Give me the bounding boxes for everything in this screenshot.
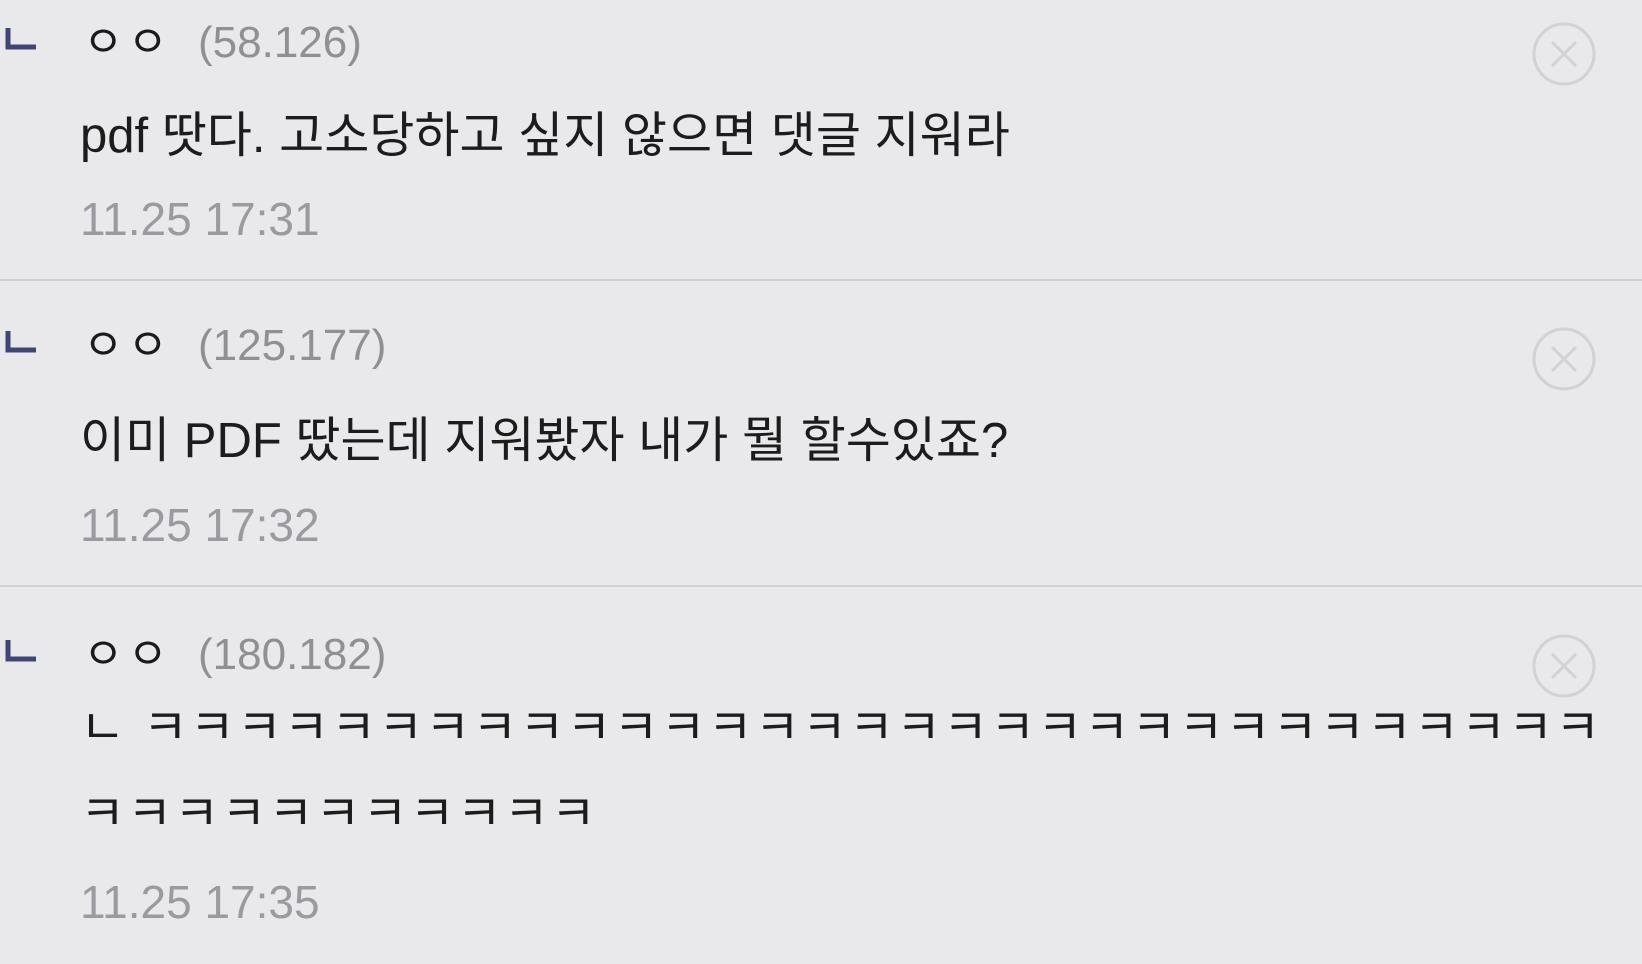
delete-comment-button[interactable]	[1531, 326, 1597, 392]
comment-body: 이미 PDF 땄는데 지워봤자 내가 뭘 할수있죠?	[80, 414, 1009, 468]
close-circle-icon	[1531, 326, 1597, 392]
comment-ip: (180.182)	[198, 630, 387, 679]
reply-arrow-icon	[4, 329, 38, 355]
reply-arrow-icon	[4, 26, 38, 52]
comment-item: ㅇㅇ (180.182) ㄴ ㅋㅋㅋㅋㅋㅋㅋㅋㅋㅋㅋㅋㅋㅋㅋㅋㅋㅋㅋㅋㅋㅋㅋㅋㅋ…	[0, 587, 1642, 964]
comment-item: ㅇㅇ (125.177) 이미 PDF 땄는데 지워봤자 내가 뭘 할수있죠? …	[0, 281, 1642, 587]
comment-thread: ㅇㅇ (58.126) pdf 땃다. 고소당하고 싶지 않으면 댓글 지워라 …	[0, 0, 1642, 964]
close-circle-icon	[1531, 21, 1597, 87]
reply-arrow-icon	[4, 638, 38, 664]
comment-ip: (58.126)	[198, 18, 362, 67]
comment-item: ㅇㅇ (58.126) pdf 땃다. 고소당하고 싶지 않으면 댓글 지워라 …	[0, 0, 1642, 281]
comment-author[interactable]: ㅇㅇ	[83, 630, 172, 680]
comment-author[interactable]: ㅇㅇ	[83, 321, 172, 371]
comment-body: pdf 땃다. 고소당하고 싶지 않으면 댓글 지워라	[80, 109, 1010, 163]
comment-timestamp: 11.25 17:32	[80, 499, 320, 551]
comment-timestamp: 11.25 17:31	[80, 193, 320, 245]
delete-comment-button[interactable]	[1531, 21, 1597, 87]
comment-author[interactable]: ㅇㅇ	[83, 18, 172, 68]
comment-timestamp: 11.25 17:35	[80, 876, 320, 928]
comment-body: ㄴ ㅋㅋㅋㅋㅋㅋㅋㅋㅋㅋㅋㅋㅋㅋㅋㅋㅋㅋㅋㅋㅋㅋㅋㅋㅋㅋㅋㅋㅋㅋㅋㅋㅋㅋㅋㅋㅋㅋ…	[80, 701, 1603, 841]
comment-ip: (125.177)	[198, 321, 387, 370]
